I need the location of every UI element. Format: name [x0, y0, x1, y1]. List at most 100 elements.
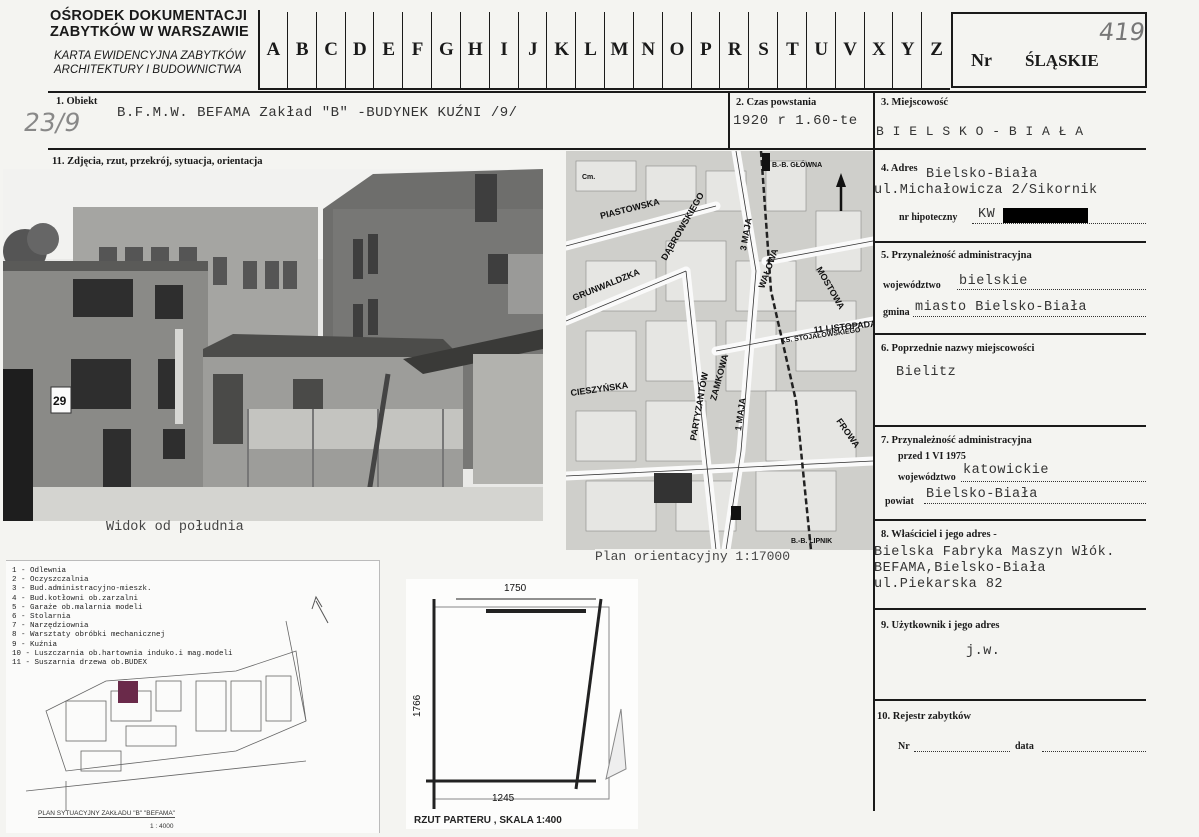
czas-label: 2. Czas powstania — [736, 97, 817, 108]
right-column-divider — [873, 91, 875, 811]
hipoteczny-value: KW — [978, 207, 996, 222]
woj-dots — [957, 289, 1146, 290]
letter-cell-l: L — [575, 12, 605, 88]
floor-plan-caption: RZUT PARTERU , SKALA 1:400 — [414, 815, 562, 826]
building-photo: 29 — [3, 169, 543, 521]
gmina-label: gmina — [883, 307, 910, 318]
gmina-value: miasto Bielsko-Biała — [915, 300, 1088, 315]
map-label-station-lipnik: B.-B. LIPNIK — [791, 538, 832, 545]
rule-8 — [873, 519, 1146, 521]
floor-plan: 1750 1766 1245 — [406, 579, 638, 829]
rejestr-label: 10. Rejestr zabytków — [877, 711, 971, 722]
letter-cell-j: J — [517, 12, 548, 88]
letter-cell-f: F — [402, 12, 432, 88]
hipoteczny-label: nr hipoteczny — [899, 212, 958, 223]
building-photo-drawing: 29 — [3, 169, 543, 521]
adres-label: 4. Adres — [881, 163, 918, 174]
hipoteczny-dots — [972, 223, 1146, 224]
powiat-label: powiat — [885, 496, 914, 507]
floor-plan-dim-side: 1766 — [412, 694, 423, 717]
header-divider — [258, 10, 260, 90]
map-caption: Plan orientacyjny 1:17000 — [595, 549, 791, 564]
obiekt-handwritten-number: 23/9 — [21, 108, 83, 137]
przynaleznosc-label: 5. Przynależność administracyjna — [881, 250, 1032, 261]
letter-cell-m: M — [604, 12, 634, 88]
map-label-station-glowna: B.-B. GŁÓWNA — [772, 160, 822, 169]
letter-cell-o: O — [661, 12, 692, 88]
row1-divider-a — [728, 91, 730, 149]
przynaleznosc1975-label: 7. Przynależność administracyjna — [881, 435, 1032, 446]
letter-cell-t: T — [777, 12, 807, 88]
rejestr-data-label: data — [1015, 741, 1034, 752]
site-plan-caption: PLAN SYTUACYJNY ZAKŁADU "B" "BEFAMA" — [38, 810, 175, 818]
przynaleznosc-woj-label: województwo — [883, 280, 941, 291]
przynaleznosc1975-sublabel: przed 1 VI 1975 — [898, 451, 966, 462]
zdjecia-label: 11. Zdjęcia, rzut, przekrój, sytuacja, o… — [52, 156, 263, 167]
miejscowosc-value: B I E L S K O - B I A Ł A — [876, 124, 1084, 139]
letter-cell-v: V — [834, 12, 865, 88]
region-label: ŚLĄSKIE — [1025, 51, 1099, 70]
letter-cell-i: I — [488, 12, 519, 88]
letter-cell-s: S — [748, 12, 778, 88]
powiat-value: Bielsko-Biała — [926, 487, 1038, 502]
letter-cell-x: X — [863, 12, 894, 88]
photo-sign-number: 29 — [53, 394, 67, 408]
site-plan-drawing — [25, 595, 329, 811]
rule-9 — [873, 608, 1146, 610]
letter-cell-b: B — [286, 12, 317, 88]
letter-cell-h: H — [459, 12, 490, 88]
letter-cell-z: Z — [921, 12, 951, 88]
poprzednie-label: 6. Poprzednie nazwy miejscowości — [881, 343, 1035, 354]
adres-line-2: ul.Michałowicza 2/Sikornik — [874, 183, 1098, 198]
powiat-dots — [924, 503, 1146, 504]
letter-cell-d: D — [344, 12, 375, 88]
letter-cell-e: E — [373, 12, 403, 88]
wlasciciel-line-3: ul.Piekarska 82 — [874, 577, 1004, 592]
wlasciciel-line-1: Bielska Fabryka Maszyn Włók. — [874, 545, 1115, 560]
rejestr-nr-label: Nr — [898, 741, 910, 752]
nr-label: Nr — [971, 50, 992, 70]
nr-box: Nr ŚLĄSKIE 419 — [951, 12, 1147, 88]
rule-7 — [873, 425, 1146, 427]
miejscowosc-label: 3. Miejscowość — [881, 97, 949, 108]
letter-cell-c: C — [315, 12, 346, 88]
letter-cell-u: U — [805, 12, 836, 88]
letter-cell-r: R — [719, 12, 749, 88]
letters-underline — [258, 88, 950, 90]
letter-cell-p: P — [690, 12, 721, 88]
floor-plan-drawing: 1750 1766 1245 — [412, 583, 627, 809]
przynaleznosc1975-woj-value: katowickie — [963, 463, 1050, 478]
photo-caption: Widok od południa — [106, 520, 244, 535]
przynaleznosc1975-woj-label: województwo — [898, 472, 956, 483]
letter-cell-y: Y — [892, 12, 922, 88]
obiekt-value: B.F.M.W. BEFAMA Zakład "B" -BUDYNEK KUŹN… — [117, 105, 518, 121]
row-rule-bottom — [48, 148, 1146, 150]
rule-6 — [873, 333, 1146, 335]
letter-cell-g: G — [431, 12, 461, 88]
adres-line-1: Bielsko-Biała — [926, 167, 1038, 182]
wlasciciel-line-2: BEFAMA,Bielsko-Biała — [874, 561, 1047, 576]
rejestr-data-dots — [1042, 751, 1146, 752]
floor-plan-dim-top: 1750 — [504, 583, 527, 594]
letter-cell-a: A — [258, 12, 288, 88]
floor-plan-dim-bottom: 1245 — [492, 793, 515, 804]
site-plan-scale: 1 : 4000 — [150, 823, 174, 830]
rejestr-nr-dots — [914, 751, 1010, 752]
uzytkownik-value: j.w. — [966, 644, 1001, 659]
poprzednie-value: Bielitz — [896, 365, 957, 380]
wlasciciel-label: 8. Właściciel i jego adres - — [881, 529, 997, 540]
letter-cell-n: N — [632, 12, 663, 88]
wlasciciel-label-text: 8. Właściciel i jego adres — [881, 529, 991, 540]
site-plan: 1 - Odlewnia 2 - Oczyszczalnia 3 - Bud.adm… — [6, 560, 380, 833]
gmina-dots — [913, 316, 1146, 317]
row-rule-top — [48, 91, 1146, 93]
uzytkownik-label: 9. Użytkownik i jego adres — [881, 620, 1000, 631]
redaction-bar — [1003, 208, 1088, 223]
letter-cell-k: K — [546, 12, 576, 88]
orientation-map-drawing: PIASTOWSKA GRUNWALDZKA DĄBROWSKIEGO WAŁO… — [566, 151, 873, 550]
rule-10 — [873, 699, 1146, 701]
orientation-map: PIASTOWSKA GRUNWALDZKA DĄBROWSKIEGO WAŁO… — [566, 151, 873, 550]
przynaleznosc-woj-value: bielskie — [959, 274, 1028, 289]
rule-5 — [873, 241, 1146, 243]
woj1975-dots — [961, 481, 1146, 482]
